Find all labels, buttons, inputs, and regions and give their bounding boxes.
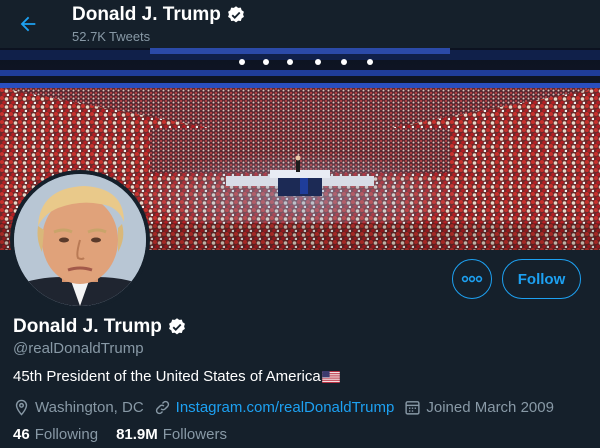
location-pin-icon [15, 399, 28, 416]
bio-text: 45th President of the United States of A… [13, 368, 321, 385]
header-title: Donald J. Trump [72, 4, 246, 26]
link-icon [155, 400, 169, 414]
more-options-icon [461, 275, 483, 283]
website[interactable]: Instagram.com/realDonaldTrump [154, 399, 395, 416]
join-date-text: Joined March 2009 [426, 398, 554, 416]
profile-header-bar: Donald J. Trump 52.7K Tweets [0, 0, 600, 48]
avatar-image [14, 174, 146, 306]
back-button[interactable] [10, 6, 46, 42]
location-text: Washington, DC [35, 398, 144, 416]
calendar-icon [405, 400, 420, 415]
join-date: Joined March 2009 [404, 399, 554, 416]
following-count: 46 [13, 426, 30, 443]
following-label: Following [34, 426, 99, 443]
website-link[interactable]: Instagram.com/realDonaldTrump [176, 399, 395, 416]
followers-label: Followers [162, 426, 227, 443]
following-link[interactable]: 46 Following [13, 426, 98, 443]
arrow-left-icon [20, 16, 36, 32]
profile-avatar[interactable] [10, 170, 150, 310]
location: Washington, DC [13, 399, 144, 416]
verified-badge-icon [227, 6, 244, 23]
header-name: Donald J. Trump [72, 4, 221, 25]
more-options-button[interactable] [452, 259, 492, 299]
followers-link[interactable]: 81.9M Followers [116, 426, 227, 443]
us-flag-icon [321, 370, 340, 383]
tweet-count-label: Tweets [108, 29, 151, 44]
profile-meta: Washington, DC Instagram.com/realDonaldT… [13, 397, 564, 417]
follow-button[interactable]: Follow [502, 259, 581, 299]
tweet-count-value: 52.7K [72, 29, 106, 44]
profile-name: Donald J. Trump [13, 316, 187, 338]
verified-badge-icon [168, 318, 185, 335]
profile-name-text: Donald J. Trump [13, 316, 162, 337]
followers-count: 81.9M [116, 426, 158, 443]
tweet-count: 52.7K Tweets [72, 29, 153, 44]
profile-handle: @realDonaldTrump [13, 340, 144, 357]
profile-stats: 46 Following 81.9M Followers [13, 426, 245, 443]
profile-bio: 45th President of the United States of A… [13, 368, 340, 385]
